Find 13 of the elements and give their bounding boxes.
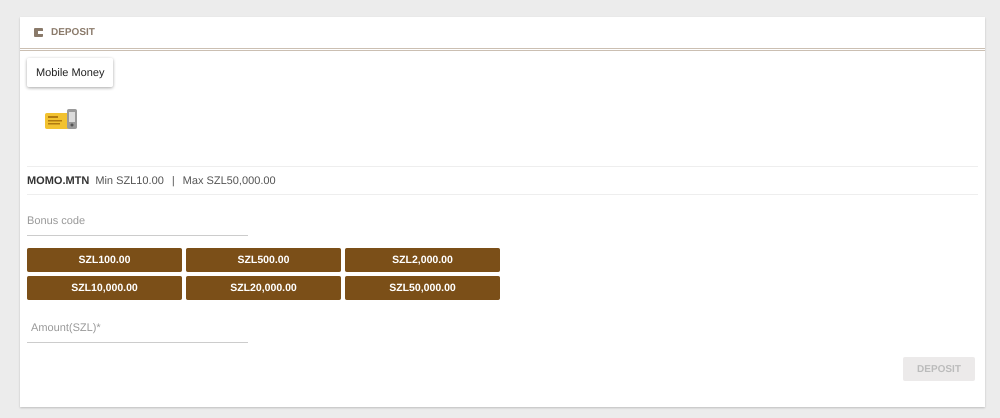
amount-button[interactable]: SZL2,000.00 [345,248,500,272]
max-limit: Max SZL50,000.00 [182,174,276,186]
amount-button[interactable]: SZL500.00 [186,248,341,272]
method-name: MOMO.MTN [27,174,90,186]
payment-method-tab[interactable]: Mobile Money [27,58,114,87]
amount-button[interactable]: SZL20,000.00 [186,276,341,300]
amount-button[interactable]: SZL10,000.00 [27,276,182,300]
amount-button[interactable]: SZL100.00 [27,248,182,272]
amount-button[interactable]: SZL50,000.00 [345,276,500,300]
min-limit: Min SZL10.00 [95,174,164,186]
mobile-money-icon [45,107,79,131]
section-title: DEPOSIT [51,27,95,38]
limit-separator: | [172,174,175,186]
